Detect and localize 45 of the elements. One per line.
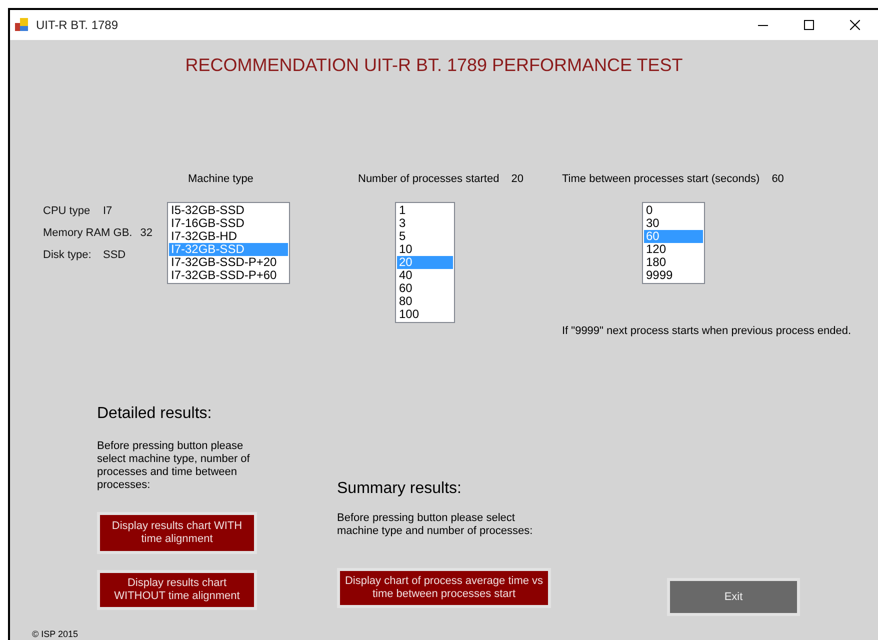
list-item[interactable]: 60 bbox=[397, 282, 453, 295]
exit-button[interactable]: Exit bbox=[667, 578, 800, 616]
list-item[interactable]: 9999 bbox=[644, 269, 703, 282]
list-item[interactable]: 120 bbox=[644, 243, 703, 256]
list-item[interactable]: 1 bbox=[397, 204, 453, 217]
section-title: Detailed results: bbox=[97, 404, 213, 424]
window-title: UIT-R BT. 1789 bbox=[36, 17, 118, 34]
list-item[interactable]: I5-32GB-SSD bbox=[169, 204, 288, 217]
close-icon bbox=[850, 20, 860, 30]
page-heading: RECOMMENDATION UIT-R BT. 1789 PERFORMANCE TEST bbox=[185, 54, 683, 77]
maximize-icon bbox=[804, 20, 814, 30]
list-item[interactable]: 180 bbox=[644, 256, 703, 269]
copyright: © ISP 2015 bbox=[32, 629, 79, 639]
app-icon bbox=[14, 17, 30, 33]
info-value: I7 bbox=[103, 204, 112, 218]
list-item[interactable]: 5 bbox=[397, 230, 453, 243]
processes-value: 20 bbox=[511, 172, 524, 187]
info-value: SSD bbox=[103, 248, 126, 262]
interval-note: If "9999" next process starts when previous process ended. bbox=[562, 324, 852, 338]
minimize-icon bbox=[758, 24, 768, 26]
list-item[interactable]: I7-32GB-HD bbox=[169, 230, 288, 243]
instructions: Before pressing button please select machine type, number of processes and time between processes: bbox=[97, 440, 251, 492]
instructions: Before pressing button please select machine type and number of processes: bbox=[337, 512, 534, 538]
chart-button[interactable]: Display results chart WITH time alignment bbox=[97, 512, 257, 554]
list-item[interactable]: I7-16GB-SSD bbox=[169, 217, 288, 230]
info-label: CPU type bbox=[43, 204, 92, 218]
processes-label: Number of processes started bbox=[358, 172, 500, 187]
list-item[interactable]: 10 bbox=[397, 243, 453, 256]
info-label: Disk type: bbox=[43, 248, 92, 262]
machine-type-label: Machine type bbox=[187, 172, 254, 187]
list-item[interactable]: I7-32GB-SSD-P+60 bbox=[169, 269, 288, 282]
list-item[interactable]: I7-32GB-SSD-P+20 bbox=[169, 256, 288, 269]
info-label: Memory RAM GB. bbox=[43, 226, 132, 240]
info-value: 32 bbox=[140, 226, 152, 240]
chart-button[interactable]: Display chart of process average time vs time between processes start bbox=[337, 568, 551, 608]
interval-label: Time between processes start (seconds) bbox=[562, 172, 760, 187]
list-item[interactable]: 30 bbox=[644, 217, 703, 230]
list-item[interactable]: 3 bbox=[397, 217, 453, 230]
list-item[interactable]: 0 bbox=[644, 204, 703, 217]
list-item[interactable]: 100 bbox=[397, 308, 453, 321]
section-title: Summary results: bbox=[337, 479, 462, 499]
list-item[interactable]: 80 bbox=[397, 295, 453, 308]
interval-value: 60 bbox=[772, 172, 784, 187]
list-item[interactable]: 40 bbox=[397, 269, 453, 282]
chart-button[interactable]: Display results chart WITHOUT time alignment bbox=[97, 570, 257, 610]
